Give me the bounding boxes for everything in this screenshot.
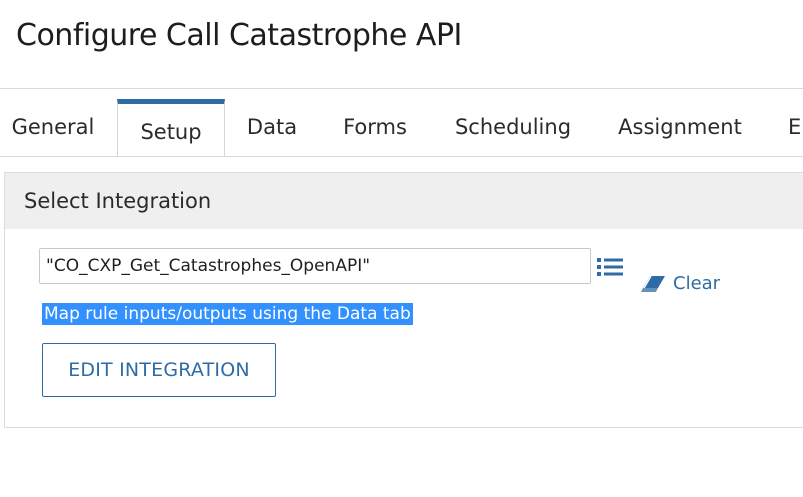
tab-label: Forms <box>343 115 407 139</box>
list-icon[interactable] <box>596 256 624 278</box>
tab-label: Scheduling <box>454 115 572 139</box>
tab-label: Data <box>246 115 298 139</box>
select-integration-panel: Select Integration Clear Map rule inputs… <box>4 172 803 428</box>
tab-bar: General Setup Data Forms Scheduling Assi… <box>0 99 803 157</box>
page-title: Configure Call Catastrophe API <box>16 18 462 53</box>
panel-title: Select Integration <box>24 189 212 213</box>
data-tab-hint: Map rule inputs/outputs using the Data t… <box>42 303 413 325</box>
integration-input[interactable] <box>39 248 591 284</box>
tab-forms[interactable]: Forms <box>330 99 420 155</box>
tab-label: General <box>11 115 95 139</box>
tab-label: Setup <box>140 119 202 144</box>
eraser-icon <box>641 275 665 292</box>
tab-label: E <box>788 115 802 139</box>
tab-scheduling[interactable]: Scheduling <box>440 99 586 155</box>
tab-assignment[interactable]: Assignment <box>606 99 754 155</box>
tab-e[interactable]: E <box>782 99 803 155</box>
tab-general[interactable]: General <box>0 99 106 155</box>
tab-label: Assignment <box>618 115 742 139</box>
clear-label: Clear <box>673 273 721 294</box>
tab-data[interactable]: Data <box>236 99 308 155</box>
clear-link[interactable]: Clear <box>641 273 720 294</box>
panel-header: Select Integration <box>5 173 803 229</box>
edit-integration-button[interactable]: EDIT INTEGRATION <box>42 343 276 397</box>
tab-setup[interactable]: Setup <box>117 99 225 156</box>
title-divider <box>0 88 803 89</box>
